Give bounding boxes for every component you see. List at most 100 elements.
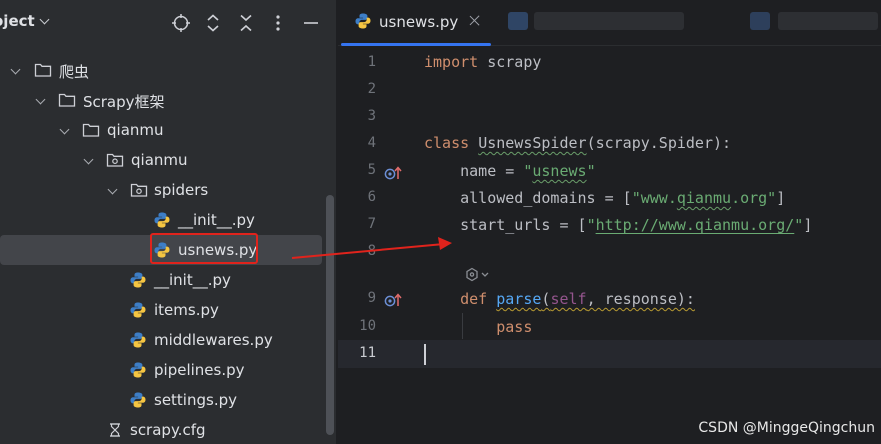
code-text: ]	[803, 216, 813, 234]
code-line[interactable]: import scrapy	[424, 53, 541, 71]
code-function-name: parse	[496, 290, 542, 308]
code-line[interactable]: name = "usnews"	[424, 162, 596, 180]
editor-tab-bar: usnews.py	[338, 0, 881, 46]
line-number: 7	[367, 216, 376, 232]
close-icon[interactable]	[469, 15, 480, 26]
tree-item-file[interactable]: __init__.py	[0, 205, 336, 235]
code-string: "www.	[631, 189, 677, 207]
tree-item-file[interactable]: scrapy.cfg	[0, 415, 336, 444]
tree-item-package[interactable]: qianmu	[0, 145, 336, 175]
chevron-down-icon	[39, 14, 50, 25]
tree-item-package[interactable]: spiders	[0, 175, 336, 205]
code-keyword: import	[424, 53, 479, 71]
code-text: ]	[776, 189, 786, 207]
editor-area[interactable]: usnews.py 1 2 3 4 5 6 7 8 9 10 11 import…	[338, 0, 881, 444]
folder-icon	[34, 63, 52, 77]
chevron-down-icon[interactable]	[83, 154, 94, 165]
tree-item-label: items.py	[154, 301, 219, 319]
code-string: "	[794, 216, 804, 234]
tab-obscured[interactable]	[778, 12, 878, 30]
chevron-down-icon[interactable]	[59, 124, 70, 135]
tree-item-file[interactable]: pipelines.py	[0, 355, 336, 385]
line-number: 5	[367, 162, 376, 178]
tree-item-folder[interactable]: 爬虫	[0, 55, 336, 85]
line-number: 1	[367, 54, 376, 70]
package-folder-icon	[130, 183, 148, 197]
tab-obscured-icon[interactable]	[750, 12, 770, 30]
code-keyword: def	[460, 290, 488, 308]
code-text: scrapy	[478, 53, 542, 71]
tree-item-label: scrapy.cfg	[130, 421, 206, 439]
code-text: , response):	[586, 290, 695, 308]
tree-item-label: __init__.py	[154, 271, 231, 289]
tab-usnews[interactable]: usnews.py	[338, 0, 493, 46]
chevron-down-icon[interactable]	[10, 64, 21, 75]
tree-item-label: spiders	[154, 181, 209, 199]
folder-icon	[58, 93, 76, 107]
tree-item-file[interactable]: items.py	[0, 295, 336, 325]
project-scrollbar-thumb[interactable]	[326, 195, 334, 435]
code-keyword: class	[424, 134, 470, 152]
code-string: .org"	[731, 189, 777, 207]
code-line[interactable]: start_urls = ["http://www.qianmu.org/"]	[424, 216, 812, 234]
collapse-all-icon[interactable]	[235, 12, 257, 34]
watermark-text: CSDN @MinggeQingchun	[698, 420, 875, 436]
line-number: 4	[367, 135, 376, 151]
code-line[interactable]: allowed_domains = ["www.qianmu.org"]	[424, 189, 785, 207]
tree-item-label: 爬虫	[59, 63, 90, 81]
code-line[interactable]: pass	[424, 318, 532, 336]
tree-item-label: pipelines.py	[154, 361, 245, 379]
tab-label: usnews.py	[379, 13, 459, 31]
chevron-down-icon[interactable]	[107, 184, 118, 195]
project-tool-window: oject 爬虫 Scrapy框架 qianmu qianm	[0, 0, 337, 444]
line-number: 2	[367, 81, 376, 97]
code-class-name: UsnewsSpider	[478, 134, 587, 152]
folder-icon	[82, 123, 100, 137]
package-folder-icon	[106, 153, 124, 167]
tree-item-file[interactable]: settings.py	[0, 385, 336, 415]
current-line-highlight	[338, 340, 881, 368]
panel-title: oject	[0, 12, 35, 30]
tree-item-folder[interactable]: qianmu	[0, 115, 336, 145]
code-string: "	[586, 162, 596, 180]
line-number: 6	[367, 189, 376, 205]
line-number: 3	[367, 108, 376, 124]
code-line[interactable]: class UsnewsSpider(scrapy.Spider):	[424, 134, 731, 152]
expand-all-icon[interactable]	[202, 12, 224, 34]
project-panel-header: oject	[0, 0, 336, 46]
locate-file-icon[interactable]	[170, 12, 192, 34]
line-number-current: 11	[359, 345, 376, 361]
ai-assistant-icon[interactable]	[464, 266, 496, 284]
tree-item-folder[interactable]: Scrapy框架	[0, 85, 336, 115]
code-url-link[interactable]: http://www.qianmu.org/	[596, 216, 795, 234]
code-line[interactable]: def parse(self, response):	[424, 290, 695, 308]
override-method-icon[interactable]	[384, 165, 404, 181]
override-method-icon[interactable]	[384, 292, 404, 308]
more-options-icon[interactable]	[267, 12, 289, 34]
tab-obscured-icon[interactable]	[508, 12, 528, 30]
python-file-icon	[130, 272, 146, 288]
code-self: self	[550, 290, 587, 308]
tree-item-file[interactable]: middlewares.py	[0, 325, 336, 355]
tree-item-label: Scrapy框架	[83, 93, 165, 111]
hide-panel-icon[interactable]	[300, 12, 322, 34]
line-number: 9	[367, 290, 376, 306]
python-file-icon	[130, 362, 146, 378]
python-file-icon	[130, 302, 146, 318]
line-number-gutter[interactable]: 1 2 3 4 5 6 7 8 9 10 11	[338, 46, 418, 444]
project-view-selector[interactable]: oject	[0, 12, 50, 30]
config-file-icon	[110, 423, 120, 437]
tree-item-label: qianmu	[131, 151, 188, 169]
line-number: 8	[367, 243, 376, 259]
annotation-highlight-box	[150, 233, 258, 264]
code-text: start_urls = [	[424, 216, 587, 234]
code-keyword: pass	[496, 318, 533, 336]
tree-item-file[interactable]: __init__.py	[0, 265, 336, 295]
code-string: "	[586, 216, 596, 234]
code-text: (scrapy.Spider):	[586, 134, 732, 152]
chevron-down-icon[interactable]	[35, 94, 46, 105]
tab-obscured[interactable]	[534, 12, 684, 30]
code-text: allowed_domains = [	[424, 189, 632, 207]
